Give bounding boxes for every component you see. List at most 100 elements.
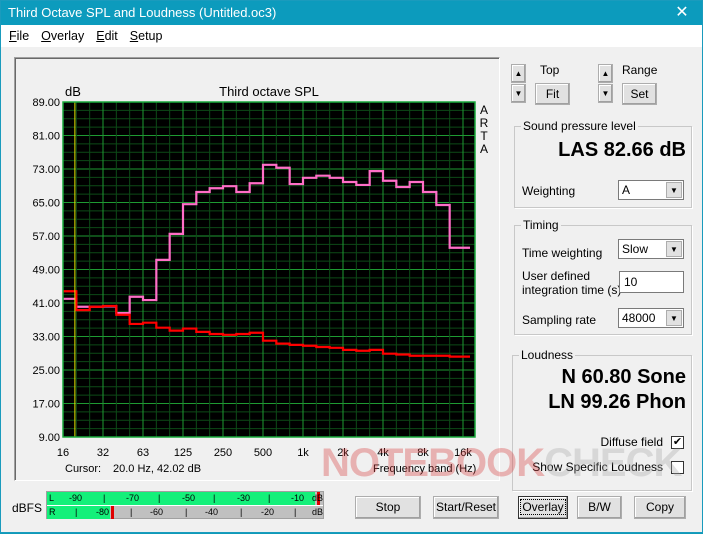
meter-tick: -60 — [150, 507, 164, 517]
top-label: Top — [540, 63, 560, 77]
y-tick-label: 41.00 — [32, 298, 60, 310]
meter-unit: dB — [312, 507, 324, 517]
y-axis-label: dB — [65, 84, 81, 99]
chevron-down-icon: ▼ — [666, 241, 682, 257]
sampling-rate-select[interactable]: 48000 ▼ — [618, 308, 684, 328]
weighting-value: A — [622, 183, 631, 197]
range-down-button[interactable]: ▼ — [598, 84, 613, 103]
spl-value: LAS 82.66 dB — [558, 139, 686, 161]
x-tick-label: 8k — [417, 447, 429, 459]
meter-tick: -70 — [126, 493, 140, 503]
show-specific-loudness-checkbox[interactable] — [671, 461, 684, 474]
meter-tick: -90 — [69, 493, 83, 503]
top-down-button[interactable]: ▼ — [511, 84, 526, 103]
meter-tick: | — [75, 507, 78, 517]
show-specific-loudness-label: Show Specific Loudness — [532, 460, 663, 474]
meter-left-fill — [47, 492, 315, 505]
meter-unit: dB — [312, 493, 324, 503]
meter-left-row: L -90 | -70 | -50 | -30 | -10 dB — [47, 492, 323, 505]
meter-tick: | — [130, 507, 133, 517]
y-tick-label: 25.00 — [32, 365, 60, 377]
meter-tick: -80 — [96, 507, 110, 517]
meter-tick: | — [240, 507, 243, 517]
y-tick-labels: 89.00 81.00 73.00 65.00 57.00 49.00 41.00 33.00… — [32, 97, 60, 444]
meter-tick: -50 — [182, 493, 196, 503]
meter-tick: | — [158, 493, 161, 503]
level-meter: L -90 | -70 | -50 | -30 | -10 dB R | -80… — [46, 491, 324, 519]
stop-button[interactable]: Stop — [355, 496, 421, 519]
sampling-rate-value: 48000 — [622, 311, 656, 325]
chevron-down-icon: ▼ — [666, 310, 682, 326]
overlay-button-label: Overlay — [520, 499, 566, 515]
diffuse-field-checkbox[interactable]: ✔ — [671, 436, 684, 449]
side-label-letter: T — [480, 129, 488, 143]
sampling-rate-label: Sampling rate — [522, 313, 597, 327]
meter-tick: -40 — [205, 507, 219, 517]
x-tick-label: 63 — [137, 447, 149, 459]
x-tick-label: 250 — [214, 447, 232, 459]
grid — [62, 101, 475, 438]
x-tick-label: 4k — [377, 447, 389, 459]
x-tick-label: 125 — [174, 447, 192, 459]
loudness-phon-value: LN 99.26 Phon — [548, 391, 686, 413]
start-reset-button[interactable]: Start/Reset — [433, 496, 499, 519]
side-label-letter: A — [480, 142, 488, 156]
overlay-button[interactable]: Overlay — [518, 496, 568, 519]
cursor-label: Cursor: — [65, 463, 101, 475]
x-tick-label: 500 — [254, 447, 272, 459]
spl-group: Sound pressure level LAS 82.66 dB Weight… — [514, 119, 692, 208]
y-tick-label: 17.00 — [32, 399, 60, 411]
time-weighting-select[interactable]: Slow ▼ — [618, 239, 684, 259]
top-up-button[interactable]: ▲ — [511, 64, 526, 83]
set-button[interactable]: Set — [622, 83, 657, 105]
x-axis-label: Frequency band (Hz) — [373, 463, 476, 475]
meter-tick: -30 — [237, 493, 251, 503]
meter-tick: | — [103, 493, 106, 503]
x-tick-label: 1k — [297, 447, 309, 459]
y-tick-label: 33.00 — [32, 332, 60, 344]
integration-label-line2: integration time (s) — [522, 283, 622, 297]
integration-time-input[interactable]: 10 — [619, 271, 684, 293]
y-tick-label: 57.00 — [32, 231, 60, 243]
weighting-select[interactable]: A ▼ — [618, 180, 684, 200]
meter-left-channel: L — [49, 493, 55, 503]
spl-group-title: Sound pressure level — [521, 119, 638, 133]
fit-button[interactable]: Fit — [535, 83, 570, 105]
y-tick-label: 89.00 — [32, 97, 60, 109]
chart-title: Third octave SPL — [219, 84, 319, 99]
meter-tick: -10 — [291, 493, 305, 503]
x-tick-label: 32 — [97, 447, 109, 459]
range-up-button[interactable]: ▲ — [598, 64, 613, 83]
meter-right-row: R | -80 | -60 | -40 | -20 | dB — [47, 506, 323, 519]
weighting-label: Weighting — [522, 184, 576, 198]
x-tick-labels: 16 32 63 125 250 500 1k 2k 4k 8k 16k — [57, 447, 472, 459]
arta-side-label: ARTA — [480, 103, 489, 156]
cursor-readout: 20.0 Hz, 42.02 dB — [113, 463, 201, 475]
meter-right-peak — [111, 506, 115, 519]
meter-tick: | — [213, 493, 216, 503]
range-label: Range — [622, 63, 658, 77]
loudness-group-title: Loudness — [519, 348, 576, 362]
integration-label-line1: User defined — [522, 269, 591, 283]
meter-tick: -20 — [261, 507, 275, 517]
dbfs-label: dBFS — [12, 501, 43, 515]
meter-tick: | — [294, 507, 297, 517]
chevron-down-icon: ▼ — [666, 182, 682, 198]
timing-group-title: Timing — [521, 218, 561, 232]
copy-button[interactable]: Copy — [634, 496, 686, 519]
bw-button[interactable]: B/W — [577, 496, 622, 519]
meter-tick: | — [268, 493, 271, 503]
x-tick-label: 16 — [57, 447, 69, 459]
y-tick-label: 81.00 — [32, 131, 60, 143]
side-label-letter: R — [480, 116, 489, 130]
y-tick-label: 73.00 — [32, 164, 60, 176]
time-weighting-value: Slow — [622, 242, 649, 256]
timing-group: Timing Time weighting Slow ▼ User define… — [514, 218, 692, 335]
loudness-sone-value: N 60.80 Sone — [561, 366, 686, 388]
app-window: Third Octave SPL and Loudness (Untitled.… — [0, 0, 703, 533]
y-tick-label: 65.00 — [32, 198, 60, 210]
meter-right-channel: R — [49, 507, 56, 517]
y-tick-label: 49.00 — [32, 265, 60, 277]
meter-tick: | — [185, 507, 188, 517]
time-weighting-label: Time weighting — [522, 246, 603, 260]
